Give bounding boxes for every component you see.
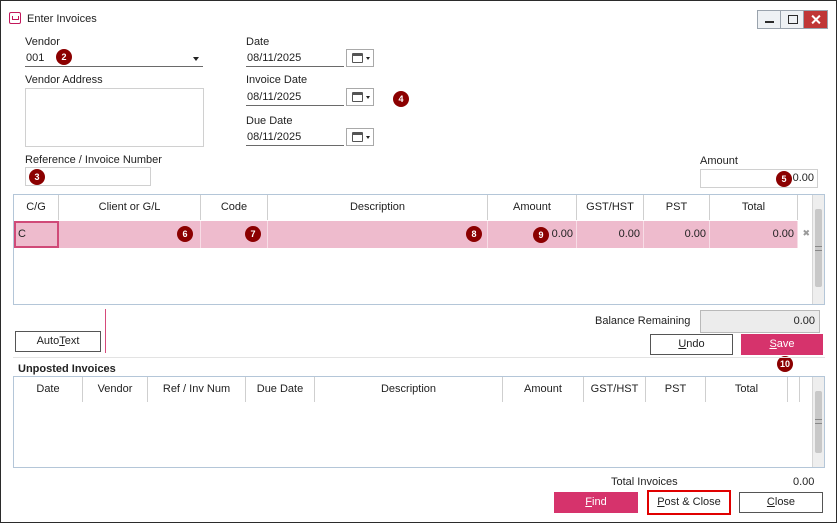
step-badge-5: 5 xyxy=(776,171,792,187)
delete-row-icon[interactable]: ✖ xyxy=(802,228,810,239)
unposted-invoices-title: Unposted Invoices xyxy=(18,363,116,375)
step-badge-9: 9 xyxy=(533,227,549,243)
col-total[interactable]: Total xyxy=(710,195,798,220)
unposted-grid-header: Date Vendor Ref / Inv Num Due Date Descr… xyxy=(14,377,800,402)
chevron-down-icon xyxy=(193,57,199,61)
invoice-date-calendar-button[interactable] xyxy=(346,88,374,106)
post-close-label-key: P xyxy=(657,496,665,508)
col-pst[interactable]: PST xyxy=(646,377,706,402)
invoice-entry-grid: C/G Client or G/L Code Description Amoun… xyxy=(13,194,825,305)
step-badge-8: 8 xyxy=(466,226,482,242)
col-pst[interactable]: PST xyxy=(644,195,710,220)
entry-grid-scrollbar[interactable] xyxy=(812,195,824,304)
col-description[interactable]: Description xyxy=(315,377,503,402)
save-label-rest: ave xyxy=(776,338,795,350)
unposted-invoices-grid: Date Vendor Ref / Inv Num Due Date Descr… xyxy=(13,376,825,468)
balance-remaining-label: Balance Remaining xyxy=(595,315,691,327)
cell-description[interactable] xyxy=(268,221,488,248)
cell-total[interactable]: 0.00 xyxy=(710,221,798,248)
entry-grid-header: C/G Client or G/L Code Description Amoun… xyxy=(14,195,798,220)
grip-icon xyxy=(815,246,822,251)
due-date-label: Due Date xyxy=(246,115,293,127)
due-date-calendar-button[interactable] xyxy=(346,128,374,146)
col-amount[interactable]: Amount xyxy=(488,195,577,220)
due-date-input[interactable]: 08/11/2025 xyxy=(246,129,344,146)
chevron-down-icon xyxy=(366,136,370,139)
step-badge-7: 7 xyxy=(245,226,261,242)
date-calendar-button[interactable] xyxy=(346,49,374,67)
col-gst-hst[interactable]: GST/HST xyxy=(584,377,646,402)
amount-label: Amount xyxy=(700,155,738,167)
close-label-key: C xyxy=(766,496,775,508)
col-vendor[interactable]: Vendor xyxy=(83,377,148,402)
col-date[interactable]: Date xyxy=(14,377,83,402)
close-label-rest: lose xyxy=(774,496,796,508)
reference-label: Reference / Invoice Number xyxy=(25,154,162,166)
step-badge-6: 6 xyxy=(177,226,193,242)
step-badge-4: 4 xyxy=(393,91,409,107)
window-controls xyxy=(757,10,828,29)
col-amount[interactable]: Amount xyxy=(503,377,584,402)
col-due-date[interactable]: Due Date xyxy=(246,377,315,402)
amount-input[interactable]: 0.00 xyxy=(700,169,818,188)
col-gst-hst[interactable]: GST/HST xyxy=(577,195,644,220)
cell-cg[interactable]: C xyxy=(14,221,59,248)
step-badge-3: 3 xyxy=(29,169,45,185)
total-invoices-value: 0.00 xyxy=(793,476,815,488)
col-client-gl[interactable]: Client or G/L xyxy=(59,195,201,220)
col-code[interactable]: Code xyxy=(201,195,268,220)
find-label-rest: ind xyxy=(592,496,607,508)
col-description[interactable]: Description xyxy=(268,195,488,220)
find-label-key: F xyxy=(585,496,593,508)
vendor-address-field[interactable] xyxy=(25,88,204,147)
close-window-icon[interactable] xyxy=(804,11,827,28)
grip-icon xyxy=(815,419,822,424)
cell-gst-hst[interactable]: 0.00 xyxy=(577,221,644,248)
date-label: Date xyxy=(246,36,270,48)
section-divider xyxy=(13,357,825,358)
total-invoices-label: Total Invoices xyxy=(611,476,678,488)
step-badge-2: 2 xyxy=(56,49,72,65)
title-bar[interactable]: Enter Invoices xyxy=(1,1,836,29)
vendor-select[interactable]: 001 xyxy=(25,50,203,67)
find-button[interactable]: Find xyxy=(554,492,638,513)
window-title: Enter Invoices xyxy=(27,13,97,25)
vertical-divider xyxy=(105,309,106,353)
post-close-label-rest: ost & Close xyxy=(664,496,721,508)
invoice-date-label: Invoice Date xyxy=(246,74,308,86)
autotext-label-pre: Auto xyxy=(36,335,60,347)
unposted-grid-scrollbar[interactable] xyxy=(812,377,824,467)
vendor-address-label: Vendor Address xyxy=(25,74,103,86)
step-badge-10: 10 xyxy=(777,356,793,372)
invoice-date-input[interactable]: 08/11/2025 xyxy=(246,89,344,106)
undo-button[interactable]: Undo xyxy=(650,334,733,355)
autotext-button[interactable]: AutoText xyxy=(15,331,101,352)
maximize-icon[interactable] xyxy=(781,11,804,28)
autotext-label-post: ext xyxy=(64,335,80,347)
date-input[interactable]: 08/11/2025 xyxy=(246,50,344,67)
app-icon xyxy=(9,12,21,24)
balance-remaining-value: 0.00 xyxy=(700,310,820,333)
post-and-close-button[interactable]: Post & Close xyxy=(647,490,731,515)
col-cg[interactable]: C/G xyxy=(14,195,59,220)
undo-label-rest: ndo xyxy=(686,338,705,350)
save-label-key: S xyxy=(769,338,777,350)
chevron-down-icon xyxy=(366,96,370,99)
col-total[interactable]: Total xyxy=(706,377,788,402)
minimize-icon[interactable] xyxy=(758,11,781,28)
calendar-icon xyxy=(352,132,363,142)
calendar-icon xyxy=(352,53,363,63)
close-button[interactable]: Close xyxy=(739,492,823,513)
cell-pst[interactable]: 0.00 xyxy=(644,221,710,248)
vendor-value: 001 xyxy=(26,52,45,64)
calendar-icon xyxy=(352,92,363,102)
enter-invoices-window: Enter Invoices Vendor 001 2 Vendor Addre… xyxy=(0,0,837,523)
table-row[interactable]: C 0.00 0.00 0.00 0.00 xyxy=(14,221,798,248)
col-ref-inv-num[interactable]: Ref / Inv Num xyxy=(148,377,246,402)
chevron-down-icon xyxy=(366,57,370,60)
col-spacer xyxy=(788,377,800,402)
save-button[interactable]: Save xyxy=(741,334,823,355)
vendor-label: Vendor xyxy=(25,36,60,48)
